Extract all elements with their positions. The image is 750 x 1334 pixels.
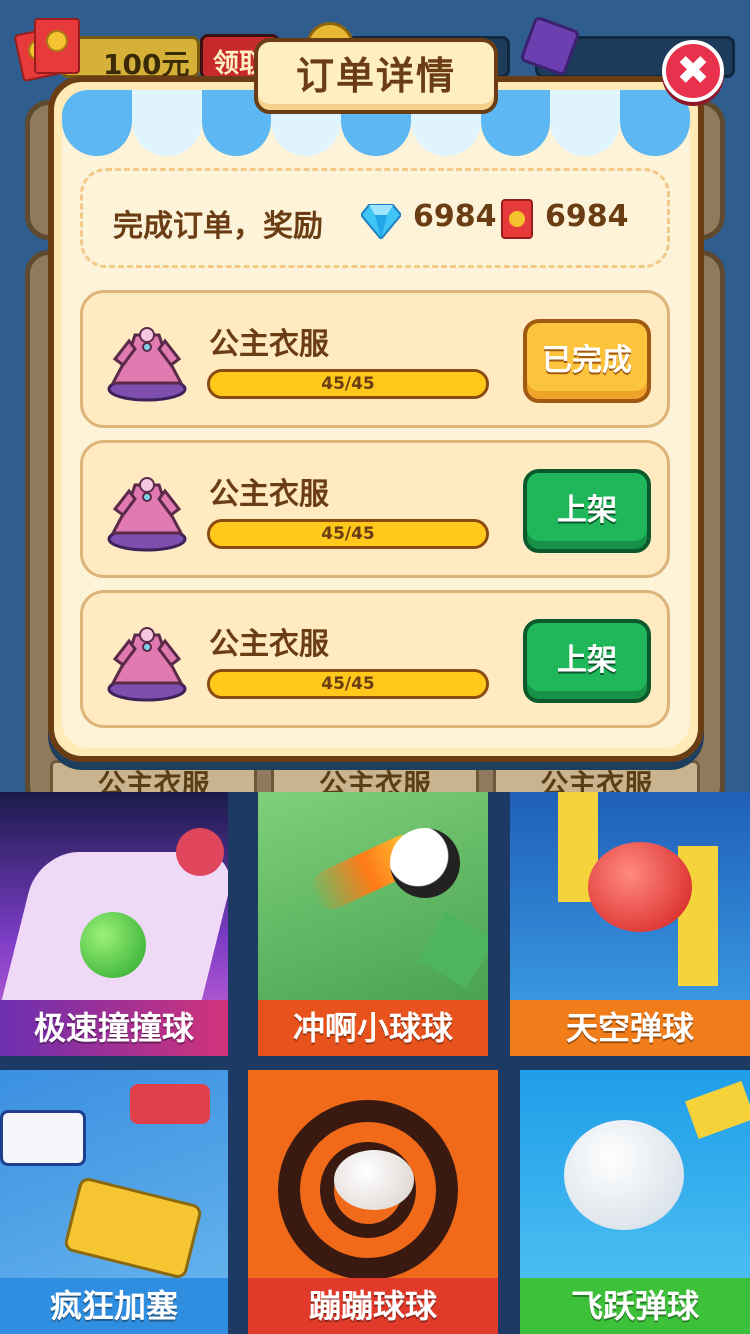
reward-label: 完成订单，奖励 xyxy=(113,209,323,244)
close-button[interactable]: ✖ xyxy=(662,40,724,102)
diamond-icon xyxy=(361,204,401,239)
ad-tile-label: 蹦蹦球球 xyxy=(248,1278,498,1334)
police-car-icon xyxy=(0,1110,86,1166)
ad-tile-crazy-traffic[interactable]: 疯狂加塞 xyxy=(0,1070,228,1334)
order-row: 公主衣服 45/45 上架 xyxy=(80,440,670,578)
ad-tile-rush-ball[interactable]: 冲啊小球球 xyxy=(258,792,488,1056)
game-ads-grid: 极速撞撞球 冲啊小球球 天空弹球 疯狂加塞 蹦蹦球球 飞跃弹球 xyxy=(0,792,750,1334)
order-progress-text: 45/45 xyxy=(321,524,375,544)
order-item-name: 公主衣服 xyxy=(209,477,329,512)
order-item-name: 公主衣服 xyxy=(209,327,329,362)
block-graphic xyxy=(417,911,488,989)
yellow-truck-icon xyxy=(62,1175,204,1281)
princess-dress-icon xyxy=(107,627,187,702)
list-on-shelf-button[interactable]: 上架 xyxy=(523,469,651,553)
planet-icon xyxy=(176,828,224,876)
ad-tile-bounce-ball[interactable]: 蹦蹦球球 xyxy=(248,1070,498,1334)
list-on-shelf-button[interactable]: 上架 xyxy=(523,619,651,703)
red-packet-icon xyxy=(34,18,80,74)
red-ball-icon xyxy=(588,842,692,932)
order-progress-bar: 45/45 xyxy=(207,369,489,399)
ad-tile-label: 飞跃弹球 xyxy=(520,1278,750,1334)
reward-banner: 完成订单，奖励 6984 6984 xyxy=(80,168,670,268)
princess-dress-icon xyxy=(107,327,187,402)
order-item-name: 公主衣服 xyxy=(209,627,329,662)
dialog-title: 订单详情 xyxy=(295,54,456,98)
order-progress-bar: 45/45 xyxy=(207,519,489,549)
princess-dress-icon xyxy=(107,477,187,552)
ad-tile-label: 天空弹球 xyxy=(510,1000,750,1056)
close-icon: ✖ xyxy=(676,48,710,94)
red-packet-icon xyxy=(501,199,533,239)
money-display: 100元 xyxy=(60,36,200,81)
green-ball-icon xyxy=(80,912,146,978)
ad-tile-label: 冲啊小球球 xyxy=(258,1000,488,1056)
dialog-title-plate: 订单详情 xyxy=(254,38,498,114)
order-row: 公主衣服 45/45 已完成 xyxy=(80,290,670,428)
red-packet-reward-value: 6984 xyxy=(545,199,629,234)
order-progress-text: 45/45 xyxy=(321,674,375,694)
white-ball-icon xyxy=(564,1120,684,1230)
order-progress-text: 45/45 xyxy=(321,374,375,394)
ad-tile-label: 疯狂加塞 xyxy=(0,1278,228,1334)
soccer-ball-icon xyxy=(390,828,460,898)
ad-tile-label: 极速撞撞球 xyxy=(0,1000,228,1056)
yellow-block-graphic xyxy=(684,1080,750,1140)
ad-tile-leap-ball[interactable]: 飞跃弹球 xyxy=(520,1070,750,1334)
red-car-icon xyxy=(130,1084,210,1124)
white-ball-icon xyxy=(334,1150,414,1210)
order-progress-bar: 45/45 xyxy=(207,669,489,699)
ad-tile-sky-ball[interactable]: 天空弹球 xyxy=(510,792,750,1056)
order-row: 公主衣服 45/45 上架 xyxy=(80,590,670,728)
completed-button[interactable]: 已完成 xyxy=(523,319,651,403)
diamond-reward-value: 6984 xyxy=(413,199,497,234)
ad-tile-speed-ball[interactable]: 极速撞撞球 xyxy=(0,792,228,1056)
